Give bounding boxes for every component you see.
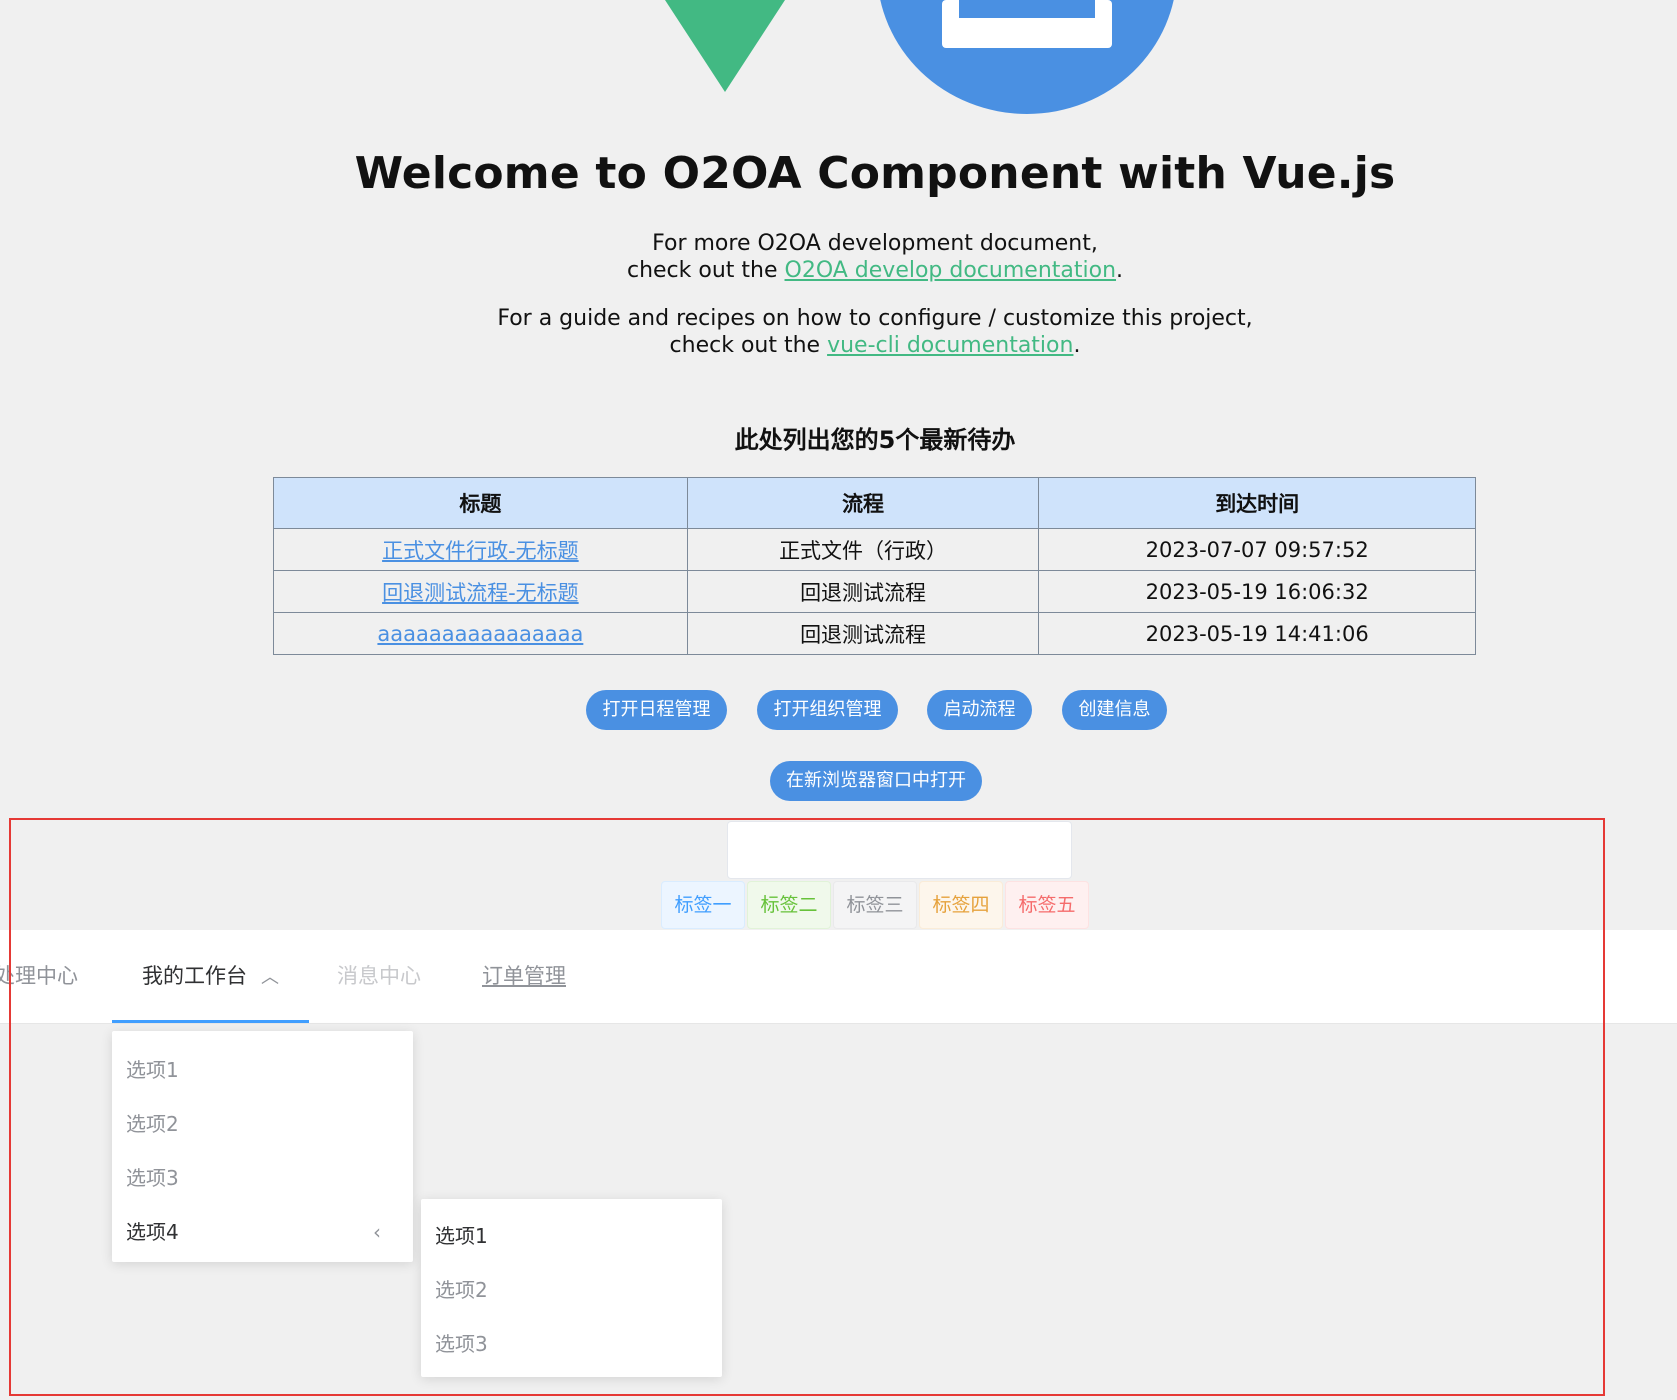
menu-item-my-workbench[interactable]: 我的工作台 ︿: [112, 930, 309, 1023]
intro-vue-cli: For a guide and recipes on how to config…: [0, 305, 1677, 359]
intro-o2oa-prefix: check out the: [626, 258, 785, 283]
task-title-cell: 回退测试流程-无标题: [273, 570, 688, 613]
table-row: 正式文件行政-无标题 正式文件（行政） 2023-07-07 09:57:52: [273, 528, 1476, 571]
chevron-up-icon: ︿: [261, 967, 279, 988]
task-process-cell: 正式文件（行政）: [686, 528, 1040, 571]
tag-4: 标签四: [919, 881, 1003, 929]
chevron-left-icon: ‹: [373, 1220, 381, 1244]
nav-menu: 处理中心 我的工作台 ︿ 消息中心 订单管理: [0, 930, 1677, 1024]
menu-item-message-center: 消息中心: [337, 930, 421, 1023]
nested-submenu-dropdown: 选项1 选项2 选项3: [421, 1199, 722, 1377]
nested-option-1[interactable]: 选项1: [421, 1209, 722, 1263]
page: Welcome to O2OA Component with Vue.js Fo…: [0, 0, 1677, 1400]
task-time-cell: 2023-05-19 16:06:32: [1038, 570, 1476, 613]
column-header-time: 到达时间: [1038, 477, 1476, 529]
nested-option-2[interactable]: 选项2: [421, 1263, 722, 1317]
submenu-option-4[interactable]: 选项4 ‹: [112, 1205, 413, 1259]
column-header-title: 标题: [273, 477, 688, 529]
intro-vue-cli-line2: check out the vue-cli documentation.: [0, 332, 1677, 359]
intro-vue-cli-line1: For a guide and recipes on how to config…: [497, 306, 1253, 331]
open-calendar-button[interactable]: 打开日程管理: [586, 690, 727, 730]
intro-vue-cli-prefix: check out the: [669, 333, 828, 358]
menu-item-processing-center[interactable]: 处理中心: [0, 930, 78, 1023]
task-table: 标题 流程 到达时间 正式文件行政-无标题 正式文件（行政） 2023-07-0…: [273, 477, 1476, 655]
intro-o2oa-suffix: .: [1116, 258, 1124, 283]
o2oa-doc-link[interactable]: O2OA develop documentation: [785, 258, 1117, 283]
task-title-cell: 正式文件行政-无标题: [273, 528, 688, 571]
menu-item-order-management-label: 订单管理: [482, 964, 566, 988]
task-time-cell: 2023-07-07 09:57:52: [1038, 528, 1476, 571]
tag-5: 标签五: [1005, 881, 1089, 929]
menu-item-my-workbench-label: 我的工作台: [142, 964, 247, 988]
menu-item-order-management[interactable]: 订单管理: [482, 930, 566, 1023]
column-header-process: 流程: [686, 477, 1040, 529]
task-list-heading: 此处列出您的5个最新待办: [734, 426, 1016, 454]
start-process-button[interactable]: 启动流程: [927, 690, 1032, 730]
tag-1: 标签一: [661, 881, 745, 929]
nested-option-3[interactable]: 选项3: [421, 1317, 722, 1371]
intro-vue-cli-suffix: .: [1073, 333, 1081, 358]
intro-o2oa-line1: For more O2OA development document,: [652, 231, 1098, 256]
create-info-button[interactable]: 创建信息: [1062, 690, 1167, 730]
table-row: 回退测试流程-无标题 回退测试流程 2023-05-19 16:06:32: [273, 570, 1476, 613]
tag-3: 标签三: [833, 881, 917, 929]
task-title-link[interactable]: 正式文件行政-无标题: [382, 539, 579, 563]
task-process-cell: 回退测试流程: [686, 612, 1040, 655]
task-title-link[interactable]: 回退测试流程-无标题: [382, 581, 579, 605]
submenu-option-1[interactable]: 选项1: [112, 1043, 413, 1097]
menu-item-message-center-label: 消息中心: [337, 964, 421, 988]
o2oa-logo-icon: [880, 0, 1174, 114]
task-process-cell: 回退测试流程: [686, 570, 1040, 613]
blank-input-box[interactable]: [727, 821, 1072, 879]
task-table-header-row: 标题 流程 到达时间: [273, 477, 1476, 529]
task-title-link[interactable]: aaaaaaaaaaaaaaaa: [377, 622, 583, 646]
active-menu-underline: [112, 1020, 309, 1023]
submenu-option-2[interactable]: 选项2: [112, 1097, 413, 1151]
submenu-option-3[interactable]: 选项3: [112, 1151, 413, 1205]
menu-item-processing-center-label: 处理中心: [0, 964, 78, 988]
vue-cli-doc-link[interactable]: vue-cli documentation: [827, 333, 1073, 358]
intro-o2oa: For more O2OA development document, chec…: [0, 230, 1677, 284]
open-new-window-button[interactable]: 在新浏览器窗口中打开: [770, 761, 982, 801]
tag-2: 标签二: [747, 881, 831, 929]
page-title: Welcome to O2OA Component with Vue.js: [354, 148, 1396, 199]
task-time-cell: 2023-05-19 14:41:06: [1038, 612, 1476, 655]
open-org-button[interactable]: 打开组织管理: [757, 690, 898, 730]
intro-o2oa-line2: check out the O2OA develop documentation…: [0, 257, 1677, 284]
task-title-cell: aaaaaaaaaaaaaaaa: [273, 612, 688, 655]
vue-logo-icon: [665, 0, 785, 92]
table-row: aaaaaaaaaaaaaaaa 回退测试流程 2023-05-19 14:41…: [273, 612, 1476, 655]
submenu-option-4-label: 选项4: [126, 1220, 179, 1244]
submenu-dropdown: 选项1 选项2 选项3 选项4 ‹: [112, 1031, 413, 1262]
